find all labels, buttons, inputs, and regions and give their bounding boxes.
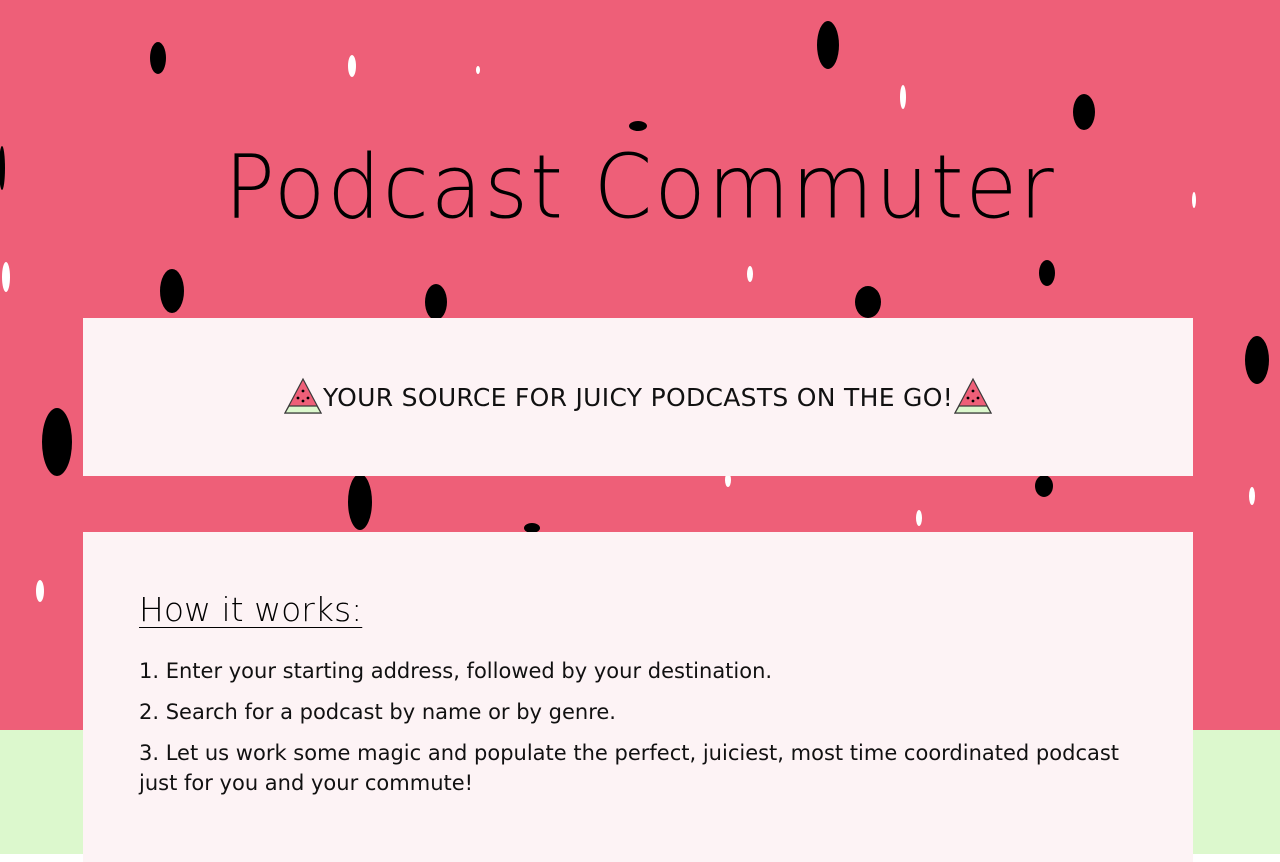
tagline: YOUR SOURCE FOR JUICY PODCASTS ON THE GO… — [83, 318, 1193, 476]
watermelon-slice-icon — [283, 377, 323, 414]
page-title: Podcast Commuter — [224, 135, 1056, 239]
step-item: 1. Enter your starting address, followed… — [139, 659, 773, 683]
how-it-works-heading: How it works: — [139, 590, 363, 629]
tagline-banner: YOUR SOURCE FOR JUICY PODCASTS ON THE GO… — [83, 318, 1193, 476]
step-item: 3. Let us work some magic and populate t… — [139, 741, 1120, 795]
tagline-text: YOUR SOURCE FOR JUICY PODCASTS ON THE GO… — [322, 382, 954, 412]
step-item: 2. Search for a podcast by name or by ge… — [139, 700, 616, 724]
how-it-works-card: How it works: 1. Enter your starting add… — [83, 532, 1193, 862]
steps-list: 1. Enter your starting address, followed… — [139, 656, 1129, 809]
watermelon-slice-icon — [953, 377, 993, 414]
